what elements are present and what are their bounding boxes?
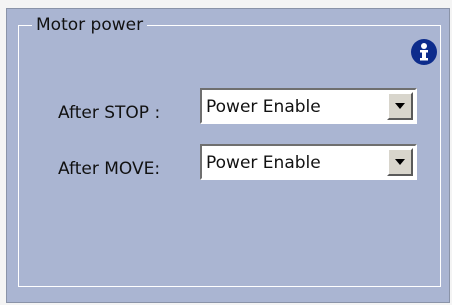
- after-move-dropdown-button[interactable]: [387, 148, 413, 176]
- after-move-label: After MOVE:: [58, 159, 161, 179]
- info-icon[interactable]: [410, 38, 438, 66]
- after-stop-select[interactable]: Power Enable: [200, 88, 417, 124]
- after-stop-label: After STOP :: [58, 103, 161, 123]
- after-move-value: Power Enable: [206, 153, 321, 173]
- after-stop-value: Power Enable: [206, 97, 321, 117]
- chevron-down-icon: [395, 103, 405, 109]
- chevron-down-icon: [395, 159, 405, 165]
- after-move-select[interactable]: Power Enable: [200, 144, 417, 180]
- groupbox-title: Motor power: [32, 14, 148, 36]
- after-stop-dropdown-button[interactable]: [387, 92, 413, 120]
